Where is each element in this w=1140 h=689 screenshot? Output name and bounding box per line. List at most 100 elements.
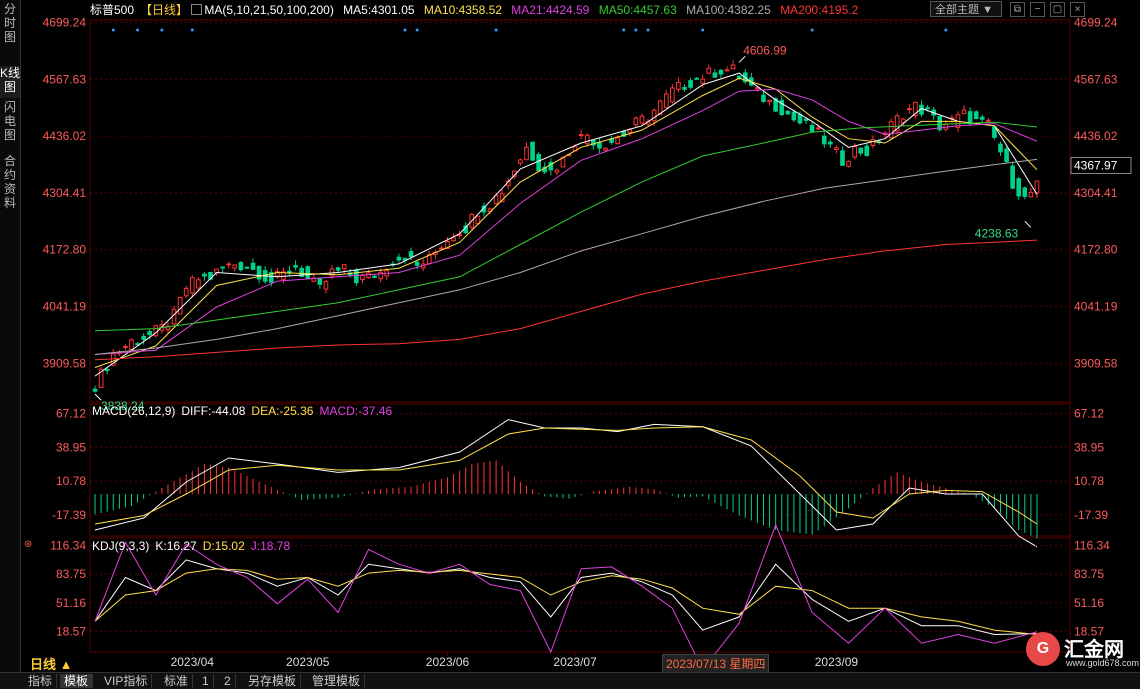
macd-label: MACD(26,12,9) DIFF:-44.08 DEA:-25.36 MACD:-… (92, 404, 398, 418)
close-icon[interactable]: × (1070, 2, 1085, 17)
ma-line-ma200 (94, 239, 1038, 361)
candle-down (821, 135, 827, 145)
candle-down (414, 261, 420, 266)
candle-up (767, 99, 772, 103)
ma-indicator-icon (191, 4, 203, 15)
price-tick-label-left: 4436.02 (43, 129, 87, 143)
candle-down (530, 141, 535, 161)
theme-select[interactable]: 全部主题 ▼ (930, 1, 1002, 17)
kdj-d-line (94, 568, 1038, 635)
ma10-value: MA10:4358.52 (423, 3, 502, 17)
candle-up (1028, 191, 1034, 198)
macd-pane-frame (89, 403, 1071, 537)
candle-up (603, 147, 608, 151)
tab-indicators[interactable]: 指标 (24, 674, 58, 688)
price-tick-label-left: 4567.63 (43, 72, 87, 86)
candle-up (834, 147, 839, 150)
tab-standard[interactable]: 标准 (160, 674, 194, 688)
candle-up (123, 345, 128, 349)
x-tick-label: 2023/05 (286, 655, 330, 669)
chart-canvas[interactable]: 3909.58 3909.58 4041.19 4041.19 4172.80 4172.… (0, 0, 1140, 672)
macd-title: MACD(26,12,9) (92, 404, 176, 418)
kdj-tick-label-right: 116.34 (1074, 539, 1110, 553)
candle-down (1010, 165, 1015, 189)
candle-down (973, 111, 979, 120)
candle-up (670, 87, 675, 103)
candle-up (554, 169, 560, 173)
price-tick-label-left: 4304.41 (43, 186, 87, 200)
candle-down (408, 251, 414, 258)
candle-down (828, 141, 833, 145)
symbol-name: 标普500 (90, 3, 135, 17)
x-tick-label: 2023/04 (171, 655, 215, 669)
candle-up (323, 281, 329, 290)
macd-diff: DIFF:-44.08 (181, 404, 246, 418)
candle-down (840, 150, 845, 166)
candle-down (1022, 187, 1028, 197)
candle-up (366, 272, 371, 279)
candle-up (852, 145, 857, 158)
event-marker (415, 28, 419, 32)
candle-down (92, 388, 98, 392)
expand-icon[interactable]: ▢ (1050, 2, 1065, 17)
minus-icon[interactable]: − (1030, 2, 1045, 17)
event-marker (646, 28, 650, 32)
candle-down (682, 86, 687, 90)
tab-templates[interactable]: 模板 (60, 674, 94, 688)
kdj-label: KDJ(9,3,3) K:16.27 D:15.02 J:18.78 (92, 539, 296, 553)
candle-down (202, 273, 207, 277)
macd-tick-label-left: 10.78 (56, 474, 86, 488)
tab-vip-indicators[interactable]: VIP指标 (100, 674, 153, 688)
x-tick-label: 2023/07 (553, 655, 597, 669)
candle-down (305, 266, 311, 279)
candle-up (676, 81, 681, 90)
macd-dea-line (94, 426, 1038, 525)
kdj-settings-icon[interactable]: ⊛ (24, 539, 32, 550)
candle-up (870, 139, 876, 146)
candle-down (396, 256, 402, 261)
macd-dea: DEA:-25.36 (251, 404, 314, 418)
candle-down (858, 147, 864, 154)
price-tick-label-left: 3909.58 (43, 356, 87, 370)
price-tick-label-right: 4699.24 (1074, 15, 1118, 29)
logo-mark-icon: G (1026, 632, 1060, 666)
period-label[interactable]: 日线 ▲ (30, 654, 72, 673)
fullscreen-icon[interactable]: ⧉ (1010, 2, 1025, 17)
candle-down (220, 266, 225, 269)
candle-down (536, 153, 541, 172)
candle-down (335, 267, 341, 271)
tab-2[interactable]: 2 (220, 674, 236, 688)
candle-up (560, 157, 566, 168)
candle-down (925, 107, 930, 110)
tab-manage-templates[interactable]: 管理模板 (308, 674, 366, 688)
crosshair-date-tip: 2023/07/13 星期四 (662, 654, 770, 673)
kdj-tick-label-right: 83.75 (1074, 567, 1104, 581)
candle-down (372, 275, 377, 278)
candle-down (967, 111, 973, 125)
candle-up (341, 264, 347, 270)
candle-up (651, 109, 657, 122)
candle-up (584, 134, 590, 145)
candle-up (986, 119, 991, 122)
logo: G 汇金网 www.gold678.com (1024, 630, 1139, 670)
candle-up (232, 264, 238, 269)
macd-tick-label-left: 38.95 (56, 440, 86, 454)
candle-up (578, 134, 584, 137)
macd-value: MACD:-37.46 (319, 404, 393, 418)
candle-up (129, 339, 134, 350)
ma200-value: MA200:4195.2 (780, 3, 859, 17)
event-marker (634, 28, 638, 32)
chevron-down-icon: ▼ (982, 4, 993, 16)
tab-save-template[interactable]: 另存模板 (244, 674, 302, 688)
candle-up (846, 160, 851, 167)
candle-up (706, 67, 712, 74)
tab-1[interactable]: 1 (198, 674, 214, 688)
candle-down (718, 69, 724, 75)
bottom-toolbar: 指标 模板 VIP指标 标准 1 2 另存模板 管理模板 (0, 672, 1140, 689)
candle-up (177, 297, 183, 315)
event-marker (136, 28, 140, 32)
candle-up (961, 109, 967, 115)
period-indicator: 【日线】 (140, 3, 189, 17)
ma50-value: MA50:4457.63 (598, 3, 677, 17)
candle-down (250, 262, 256, 270)
